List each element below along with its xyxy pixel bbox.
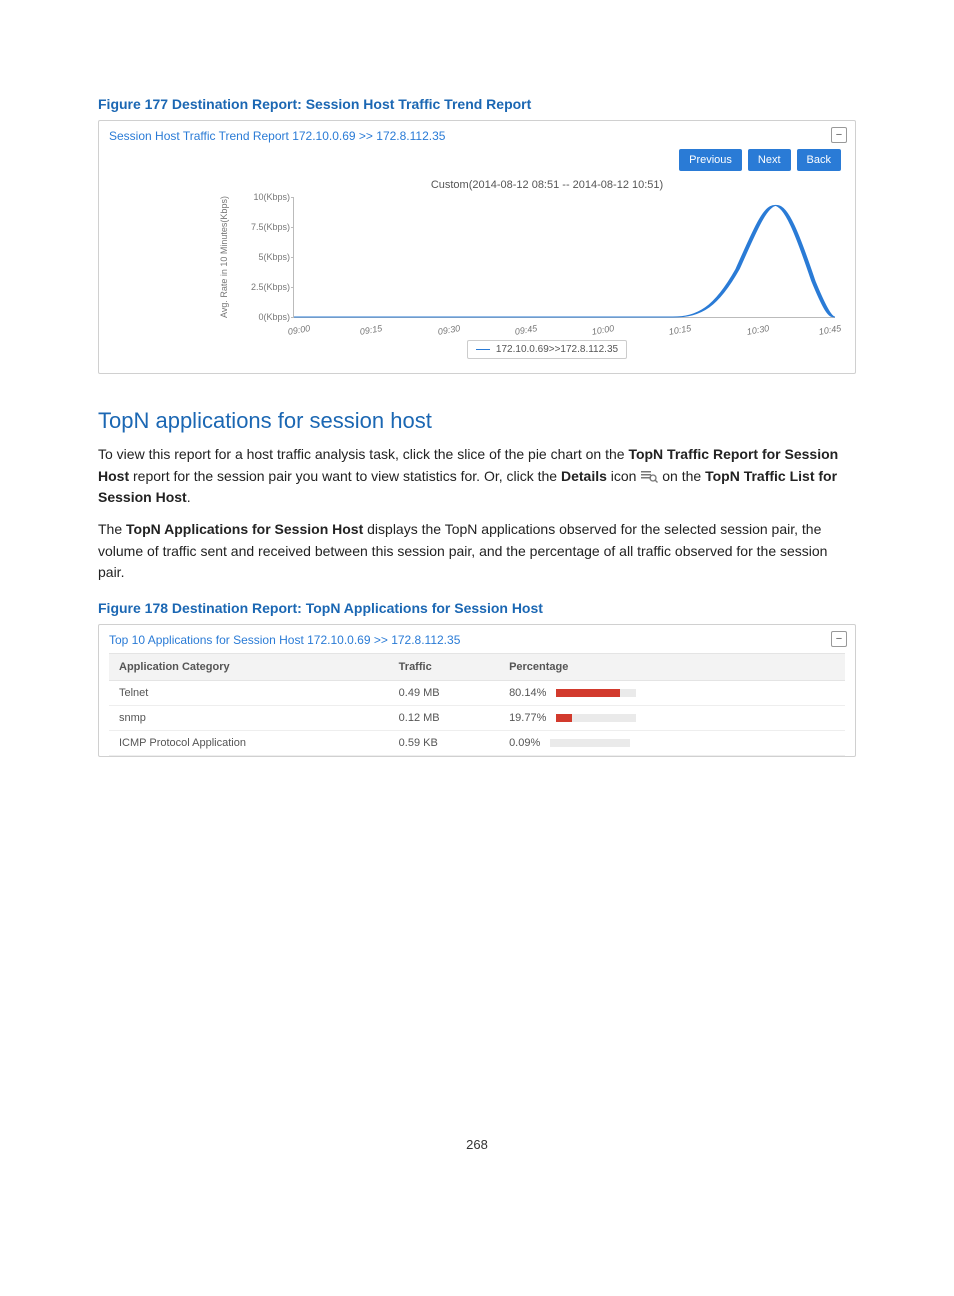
back-button[interactable]: Back <box>797 149 841 171</box>
legend-line-icon <box>476 349 490 350</box>
chart-plot-area: Avg. Rate in 10 Minutes(Kbps) 0(Kbps) 2.… <box>293 197 835 318</box>
trend-report-title: Session Host Traffic Trend Report 172.10… <box>109 129 845 143</box>
x-tick: 09:45 <box>514 323 538 337</box>
chart-time-range: Custom(2014-08-12 08:51 -- 2014-08-12 10… <box>249 179 845 191</box>
col-traffic: Traffic <box>389 654 499 681</box>
page-number: 268 <box>98 1137 856 1152</box>
cell-traffic: 0.49 MB <box>389 681 499 706</box>
cell-percentage: 19.77% <box>499 706 845 731</box>
table-header-row: Application Category Traffic Percentage <box>109 654 845 681</box>
applications-panel-title: Top 10 Applications for Session Host 172… <box>109 633 845 647</box>
collapse-icon[interactable]: − <box>831 127 847 143</box>
y-tick: 5(Kbps) <box>244 252 290 262</box>
applications-panel: Top 10 Applications for Session Host 172… <box>98 624 856 757</box>
text: To view this report for a host traffic a… <box>98 446 628 462</box>
collapse-icon[interactable]: − <box>831 631 847 647</box>
legend-item: 172.10.0.69>>172.8.112.35 <box>467 340 627 359</box>
table-row: ICMP Protocol Application0.59 KB0.09% <box>109 731 845 756</box>
x-tick: 09:30 <box>437 323 461 337</box>
cell-traffic: 0.59 KB <box>389 731 499 756</box>
x-tick: 10:15 <box>668 323 692 337</box>
section-heading: TopN applications for session host <box>98 408 856 434</box>
table-row: Telnet0.49 MB80.14% <box>109 681 845 706</box>
cell-category: Telnet <box>109 681 389 706</box>
x-tick: 09:15 <box>359 323 383 337</box>
applications-table: Application Category Traffic Percentage … <box>109 653 845 756</box>
nav-button-row: Previous Next Back <box>109 149 841 171</box>
figure-177-caption: Figure 177 Destination Report: Session H… <box>98 96 856 112</box>
figure-178-caption: Figure 178 Destination Report: TopN Appl… <box>98 600 856 616</box>
text: The <box>98 521 126 537</box>
cell-percentage: 80.14% <box>499 681 845 706</box>
previous-button[interactable]: Previous <box>679 149 742 171</box>
y-tick: 7.5(Kbps) <box>244 222 290 232</box>
chart-line <box>294 197 835 317</box>
x-tick: 10:00 <box>591 323 615 337</box>
cell-percentage: 0.09% <box>499 731 845 756</box>
cell-traffic: 0.12 MB <box>389 706 499 731</box>
table-row: snmp0.12 MB19.77% <box>109 706 845 731</box>
paragraph-1: To view this report for a host traffic a… <box>98 444 856 509</box>
y-tick: 2.5(Kbps) <box>244 282 290 292</box>
col-percentage: Percentage <box>499 654 845 681</box>
text: icon <box>611 468 641 484</box>
legend-label: 172.10.0.69>>172.8.112.35 <box>496 344 618 355</box>
bold-text: Details <box>561 468 607 484</box>
x-tick: 10:45 <box>818 323 842 337</box>
col-application-category: Application Category <box>109 654 389 681</box>
x-tick: 10:30 <box>746 323 770 337</box>
details-icon <box>640 468 658 482</box>
y-tick: 10(Kbps) <box>244 192 290 202</box>
text: on the <box>662 468 705 484</box>
trend-report-panel: Session Host Traffic Trend Report 172.10… <box>98 120 856 374</box>
next-button[interactable]: Next <box>748 149 791 171</box>
chart-legend: 172.10.0.69>>172.8.112.35 <box>249 340 845 359</box>
cell-category: snmp <box>109 706 389 731</box>
paragraph-2: The TopN Applications for Session Host d… <box>98 519 856 584</box>
cell-category: ICMP Protocol Application <box>109 731 389 756</box>
y-tick: 0(Kbps) <box>244 312 290 322</box>
bold-text: TopN Applications for Session Host <box>126 521 363 537</box>
text: report for the session pair you want to … <box>133 468 561 484</box>
text: . <box>187 489 191 505</box>
y-axis-label: Avg. Rate in 10 Minutes(Kbps) <box>219 196 229 318</box>
trend-chart: Custom(2014-08-12 08:51 -- 2014-08-12 10… <box>249 179 845 359</box>
x-tick: 09:00 <box>287 323 311 337</box>
